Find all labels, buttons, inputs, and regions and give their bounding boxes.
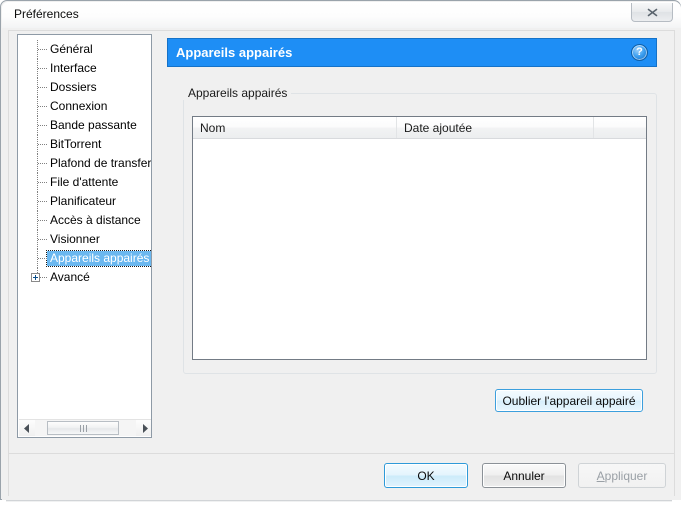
window-frame: Préférences Général Interface Dossiers Conn… [0,0,681,500]
tree-connector [28,97,47,116]
sidebar-item[interactable]: Visionner [18,230,151,249]
apply-mnemonic: A [596,468,605,483]
column-header-extra[interactable] [594,117,646,138]
tree-item-list: Général Interface Dossiers Connexion Bande p… [18,40,151,287]
sidebar-item-label: Visionner [50,232,100,246]
close-button[interactable] [631,3,673,22]
sidebar-item[interactable]: File d'attente [18,173,151,192]
tree-connector [28,40,47,59]
tree-horizontal-scrollbar[interactable] [19,419,151,436]
section-banner: Appareils appairés ? [167,38,657,67]
sidebar-item-label: Connexion [50,99,108,113]
groupbox-label: Appareils appairés [183,86,292,100]
tree-connector [28,78,47,97]
sidebar-item[interactable]: Appareils appairés [18,249,151,268]
ok-button[interactable]: OK [384,463,468,488]
tree-connector [28,211,47,230]
preferences-dialog: Préférences Général Interface Dossiers Conn… [0,0,681,507]
tree-connector [28,173,47,192]
apply-label-rest: ppliquer [604,468,648,483]
cancel-button[interactable]: Annuler [482,463,566,488]
scroll-track[interactable] [35,420,136,436]
table-body[interactable] [193,139,646,359]
sidebar-item-label: BitTorrent [50,137,102,151]
tree-connector [28,192,47,211]
sidebar-item[interactable]: Bande passante [18,116,151,135]
chevron-right-icon [141,423,148,433]
tree-connector [28,230,47,249]
scroll-right-button[interactable] [136,420,151,436]
tree-connector [28,249,47,268]
sidebar-item[interactable]: Avancé [18,268,151,287]
close-icon [646,7,659,18]
table-header-row: Nom Date ajoutée [193,117,646,139]
dialog-footer: OK Annuler Appliquer [1,454,681,501]
window-title: Préférences [14,7,79,21]
sidebar-item[interactable]: Planificateur [18,192,151,211]
grip-line [85,424,87,432]
sidebar-item-label: Dossiers [50,80,97,94]
tree-connector [28,154,47,173]
title-bar: Préférences [2,2,681,28]
column-header-name[interactable]: Nom [193,117,397,138]
sidebar-item-label: Appareils appairés [45,250,151,267]
page-title: Appareils appairés [176,45,293,60]
grip-line [79,424,81,432]
window-drop-shadow [0,500,681,507]
preferences-tree[interactable]: Général Interface Dossiers Connexion Bande p… [17,34,152,438]
sidebar-item[interactable]: Général [18,40,151,59]
sidebar-item-label: Plafond de transfert [50,156,152,170]
sidebar-item[interactable]: Plafond de transfert [18,154,151,173]
sidebar-item[interactable]: Interface [18,59,151,78]
sidebar-item-label: Accès à distance [50,213,141,227]
sidebar-item-label: File d'attente [50,175,119,189]
grip-line [82,424,84,432]
tree-connector [28,135,47,154]
sidebar-item-label: Planificateur [50,194,117,208]
sidebar-item[interactable]: BitTorrent [18,135,151,154]
sidebar-item-label: Avancé [50,270,90,284]
sidebar-item-label: Général [50,42,93,56]
scroll-thumb[interactable] [47,421,119,435]
sidebar-item[interactable]: Accès à distance [18,211,151,230]
column-header-date[interactable]: Date ajoutée [397,117,594,138]
paired-devices-list[interactable]: Nom Date ajoutée [192,116,647,360]
tree-connector [28,116,47,135]
chevron-left-icon [23,423,31,433]
sidebar-item[interactable]: Dossiers [18,78,151,97]
tree-connector [28,268,47,287]
tree-connector [28,59,47,78]
forget-paired-device-button[interactable]: Oublier l'appareil appairé [495,389,643,412]
help-icon[interactable]: ? [631,44,648,61]
sidebar-item[interactable]: Connexion [18,97,151,116]
apply-button: Appliquer [578,463,666,488]
sidebar-item-label: Bande passante [50,118,137,132]
sidebar-item-label: Interface [50,61,97,75]
expand-plus-icon[interactable] [31,273,40,282]
scroll-left-button[interactable] [19,420,35,436]
